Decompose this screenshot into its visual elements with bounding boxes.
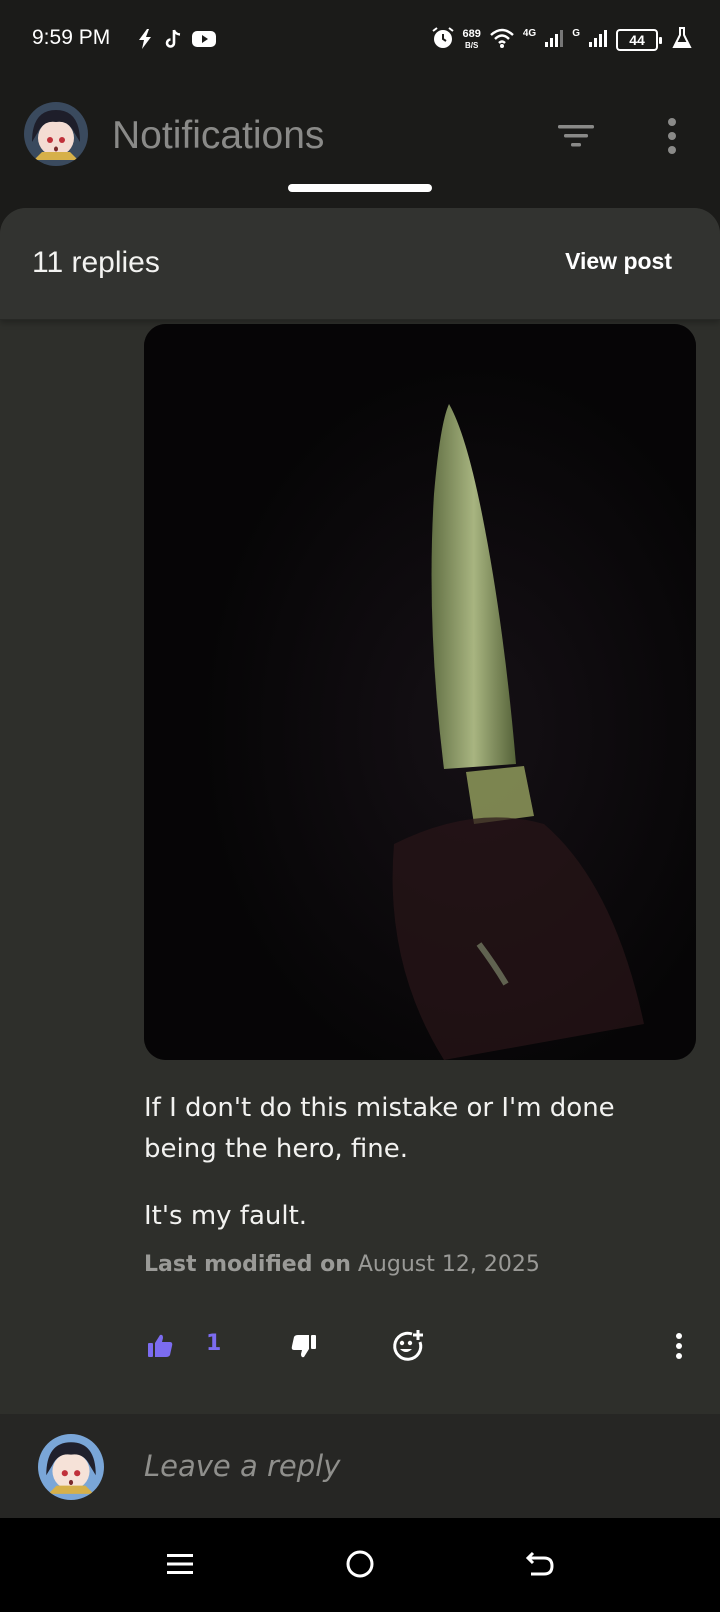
status-left-icons — [136, 28, 216, 54]
youtube-icon — [192, 30, 216, 52]
signal-icon — [544, 28, 564, 52]
wifi-icon — [489, 27, 515, 53]
modified-label: Last modified on — [144, 1252, 351, 1277]
reply-input[interactable] — [144, 1442, 664, 1490]
net-speed: 689 B/S — [463, 29, 481, 51]
alarm-icon — [431, 26, 455, 54]
net-speed-value: 689 — [462, 28, 481, 40]
reply-bar — [0, 1414, 720, 1518]
modified-date: August 12, 2025 — [357, 1252, 540, 1277]
battery-icon: 44 — [616, 29, 662, 51]
more-options-button[interactable] — [656, 114, 688, 158]
signal1-label: 4G — [522, 28, 537, 39]
signal2-label: G — [572, 28, 580, 39]
back-button[interactable] — [512, 1540, 568, 1588]
net-speed-unit: B/S — [465, 41, 479, 50]
like-button[interactable] — [140, 1318, 180, 1374]
thumbs-down-icon — [291, 1335, 316, 1358]
recent-apps-button[interactable] — [152, 1540, 208, 1588]
post-more-button[interactable] — [664, 1318, 694, 1374]
more-vert-icon — [676, 1333, 682, 1359]
post-paragraph: It's my fault. — [144, 1201, 308, 1231]
filter-icon — [558, 125, 594, 147]
thumbs-up-icon — [148, 1334, 173, 1357]
app-bar: Notifications — [0, 80, 720, 200]
emoji-add-icon — [393, 1330, 423, 1361]
filter-button[interactable] — [552, 116, 600, 156]
back-icon — [525, 1551, 554, 1576]
sheet-header: 11 replies View post — [0, 208, 720, 320]
post-image[interactable] — [144, 324, 696, 1060]
replies-count: 11 replies — [32, 246, 160, 279]
post-paragraph: If I don't do this mistake or I'm done b… — [144, 1093, 615, 1164]
avatar[interactable] — [24, 102, 88, 166]
flask-icon — [672, 27, 692, 53]
avatar — [38, 1434, 104, 1500]
tiktok-icon — [164, 28, 182, 54]
home-circle-icon — [346, 1550, 374, 1578]
replies-sheet: 11 replies View post If I don't do this … — [0, 208, 720, 1518]
menu-icon — [167, 1554, 193, 1574]
page-title: Notifications — [112, 114, 325, 157]
status-bar: 9:59 PM 689 B/S 4G G 44 — [0, 0, 720, 80]
bolt-icon — [136, 28, 154, 54]
dislike-button[interactable] — [284, 1318, 324, 1374]
signal2-icon — [588, 28, 608, 52]
status-time: 9:59 PM — [32, 26, 111, 49]
add-reaction-button[interactable] — [386, 1318, 430, 1374]
view-post-button[interactable]: View post — [565, 248, 672, 275]
battery-level: 44 — [629, 32, 645, 48]
post-actions: 1 — [0, 1318, 720, 1374]
like-count: 1 — [206, 1331, 222, 1356]
last-modified: Last modified on August 12, 2025 — [144, 1252, 540, 1277]
home-button[interactable] — [332, 1540, 388, 1588]
status-right-icons: 689 B/S 4G G 44 — [431, 26, 692, 54]
sheet-drag-handle[interactable] — [288, 184, 432, 192]
system-nav-bar — [0, 1518, 720, 1612]
more-vert-icon — [668, 118, 676, 154]
